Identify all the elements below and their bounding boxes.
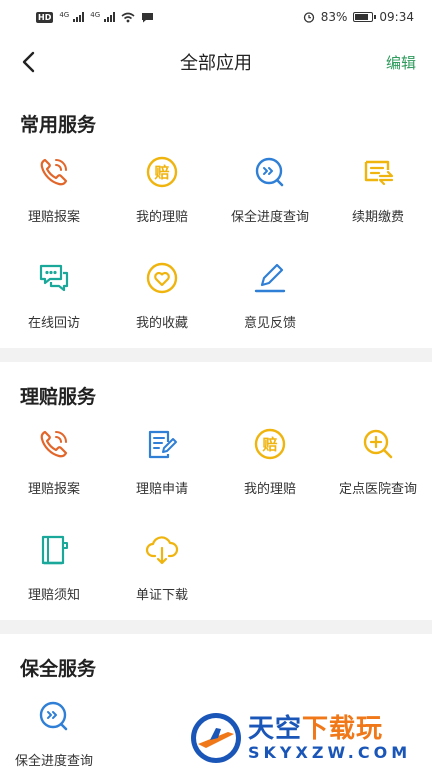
service-item-online-visit[interactable]: 在线回访 [0,258,108,364]
service-label: 意见反馈 [243,316,296,331]
message-icon [142,12,154,22]
progress-search-icon [252,154,288,190]
svg-text:赔: 赔 [154,164,169,182]
hd-icon: HD [36,11,54,23]
service-item-preservation-progress[interactable]: 保全进度查询 [0,696,108,768]
service-item-report-claim[interactable]: 理赔报案 [0,152,108,258]
service-item-my-claims[interactable]: 赔 我的理赔 [216,424,324,530]
service-label: 在线回访 [27,316,80,331]
network-type-1: 4G [59,10,70,19]
renewal-payment-icon [360,154,396,190]
service-label: 理赔报案 [27,482,80,497]
nav-bar: 全部应用 编辑 [0,34,432,90]
service-item-preservation-progress[interactable]: 保全进度查询 [216,152,324,258]
service-item-renewal-payment[interactable]: 续期缴费 [324,152,432,258]
service-label: 理赔报案 [27,210,80,225]
service-label: 我的理赔 [243,482,296,497]
clock: 09:34 [379,10,414,24]
section-title: 保全服务 [20,658,97,680]
service-label: 续期缴费 [351,210,404,225]
status-bar: HD 4G 4G 83% 09:34 [0,0,432,34]
network-type-2: 4G [90,10,101,19]
pen-feedback-icon [252,260,288,296]
watermark-domain: SKYXZW.COM [248,743,412,762]
service-grid: 理赔报案 赔 我的理赔 保全进度查询 续期缴费 在线回访 我的收藏 意见反馈 [0,152,432,364]
watermark-logo: 天空下载玩 SKYXZW.COM [188,708,432,768]
progress-search-icon [36,698,72,734]
wifi-icon [121,12,135,22]
service-label: 保全进度查询 [14,754,93,768]
service-label: 我的理赔 [135,210,188,225]
alarm-icon [303,12,314,23]
service-item-claim-notice[interactable]: 理赔须知 [0,530,108,636]
section-title: 常用服务 [20,114,97,136]
service-label: 定点医院查询 [338,482,417,497]
claim-coin-icon: 赔 [252,426,288,462]
service-label: 理赔申请 [135,482,188,497]
signal-icon [104,12,116,22]
phone-call-icon [36,154,72,190]
service-item-hospital-search[interactable]: 定点医院查询 [324,424,432,530]
watermark-text: 天空下载玩 SKYXZW.COM [248,714,411,762]
page-title: 全部应用 [180,53,252,74]
service-item-document-download[interactable]: 单证下载 [108,530,216,636]
section-common-services: 常用服务 理赔报案 赔 我的理赔 保全进度查询 续期缴费 在线回访 我的收藏 意… [0,90,432,348]
service-label: 理赔须知 [27,588,80,603]
service-item-my-claims[interactable]: 赔 我的理赔 [108,152,216,258]
chevron-left-icon [22,51,35,73]
service-grid: 理赔报案 理赔申请 赔 我的理赔 定点医院查询 理赔须知 单证下载 [0,424,432,636]
service-item-my-favorites[interactable]: 我的收藏 [108,258,216,364]
airplane-globe-icon [191,713,241,763]
edit-button[interactable]: 编辑 [386,52,416,73]
watermark-title: 天空下载玩 [248,714,384,744]
battery-fill [355,14,368,20]
service-label: 保全进度查询 [230,210,309,225]
signal-icon [73,12,85,22]
back-button[interactable] [12,46,44,78]
heart-circle-icon [144,260,180,296]
cloud-download-icon [144,532,180,568]
service-label: 单证下载 [135,588,188,603]
service-item-feedback[interactable]: 意见反馈 [216,258,324,364]
battery-icon [353,12,377,22]
chat-bubbles-icon [36,260,72,296]
svg-text:赔: 赔 [262,436,277,454]
battery-percent: 83% [320,10,348,24]
document-edit-icon [144,426,180,462]
service-item-report-claim[interactable]: 理赔报案 [0,424,108,530]
claim-coin-icon: 赔 [144,154,180,190]
service-item-claim-application[interactable]: 理赔申请 [108,424,216,530]
status-icons-left: HD 4G 4G [36,10,154,23]
notice-book-icon [36,532,72,568]
section-title: 理赔服务 [20,386,97,408]
phone-call-icon [36,426,72,462]
status-icons-right: 83% 09:34 [303,10,414,24]
section-claim-services: 理赔服务 理赔报案 理赔申请 赔 我的理赔 定点医院查询 理赔须知 单证下载 [0,362,432,620]
hospital-search-icon [360,426,396,462]
service-label: 我的收藏 [135,316,188,331]
